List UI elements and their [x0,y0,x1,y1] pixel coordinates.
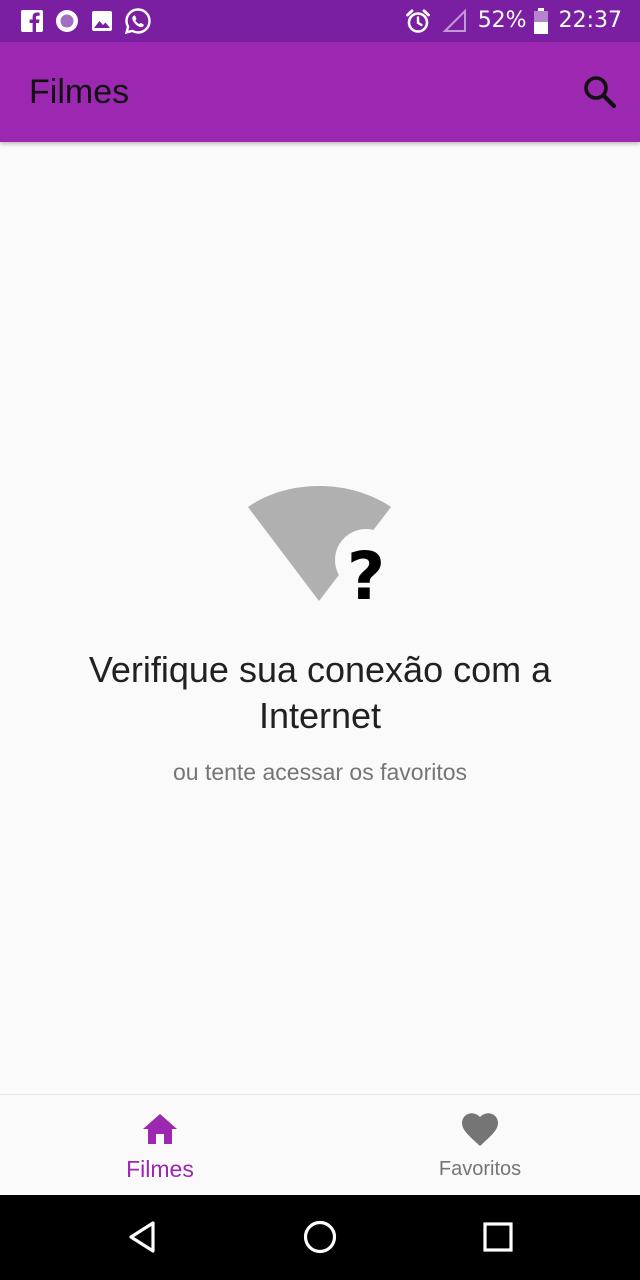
back-triangle-icon [129,1221,155,1253]
facebook-icon [21,10,43,32]
nav-item-favoritos[interactable]: Favoritos [320,1095,640,1196]
screen: 52% 22:37 Filmes ? Verifique sua conexão… [0,0,640,1280]
gallery-icon [92,11,112,31]
nav-label-favoritos: Favoritos [438,1158,522,1180]
search-button[interactable] [580,72,620,112]
nav-label-filmes: Filmes [126,1156,194,1182]
home-button[interactable] [300,1217,340,1257]
signal-icon [442,8,466,32]
empty-state-title: Verifique sua conexão com a Internet [88,649,552,736]
whatsapp-icon [124,8,151,35]
alarm-icon [405,9,430,33]
app-bar: Filmes [0,42,640,142]
battery-icon [533,8,548,34]
clock: 22:37 [558,8,622,33]
main-content: ? Verifique sua conexão com a Internet o… [0,142,640,1094]
messenger-bubble-icon [56,10,78,32]
recents-square-icon [483,1222,513,1252]
system-navigation-bar [0,1195,640,1280]
search-icon [584,76,617,109]
home-icon [143,1114,177,1144]
battery-percent: 52% [477,8,527,33]
recents-button[interactable] [478,1217,518,1257]
system-status: 52% 22:37 [404,6,622,36]
notification-icons [20,8,152,35]
wifi-unknown-icon: ? [248,486,394,605]
heart-icon [462,1113,498,1146]
nav-item-filmes[interactable]: Filmes [0,1095,320,1196]
back-button[interactable] [122,1217,162,1257]
page-title: Filmes [29,73,130,111]
home-circle-icon [303,1220,337,1254]
status-bar: 52% 22:37 [0,0,640,42]
svg-text:?: ? [347,538,385,605]
empty-state-subtitle: ou tente acessar os favoritos [172,759,468,785]
bottom-navigation: Filmes Favoritos [0,1094,640,1196]
